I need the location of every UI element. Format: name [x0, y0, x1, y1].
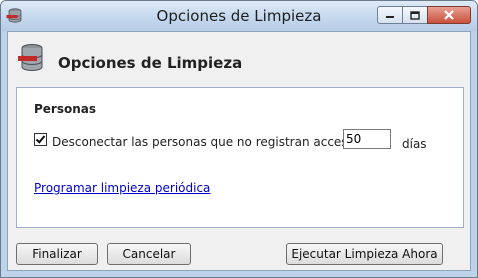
title-bar[interactable]: Opciones de Limpieza [1, 1, 477, 31]
run-cleanup-now-button[interactable]: Ejecutar Limpieza Ahora [286, 243, 443, 265]
window-controls [377, 6, 471, 24]
dialog-window: Opciones de Limpieza Opciones de Limpiez… [0, 0, 478, 278]
schedule-cleanup-link[interactable]: Programar limpieza periódica [34, 181, 210, 195]
days-input[interactable] [343, 129, 391, 149]
close-icon [444, 10, 454, 20]
cancel-button[interactable]: Cancelar [107, 243, 191, 265]
close-button[interactable] [427, 6, 471, 24]
checkmark-icon [35, 135, 46, 144]
minimize-button[interactable] [377, 6, 403, 24]
disconnect-checkbox[interactable] [34, 133, 47, 146]
finish-button[interactable]: Finalizar [16, 243, 98, 265]
minimize-icon [386, 16, 394, 18]
page-title: Opciones de Limpieza [58, 54, 243, 72]
dialog-body: Opciones de Limpieza Personas Desconecta… [7, 31, 471, 271]
maximize-button[interactable] [402, 6, 428, 24]
options-panel: Personas Desconectar las personas que no… [16, 87, 464, 228]
disconnect-label[interactable]: Desconectar las personas que no registra… [52, 135, 359, 149]
section-title: Personas [34, 102, 97, 116]
maximize-icon [410, 10, 420, 20]
days-unit-label: días [402, 137, 427, 151]
database-cleanup-icon [18, 44, 43, 71]
